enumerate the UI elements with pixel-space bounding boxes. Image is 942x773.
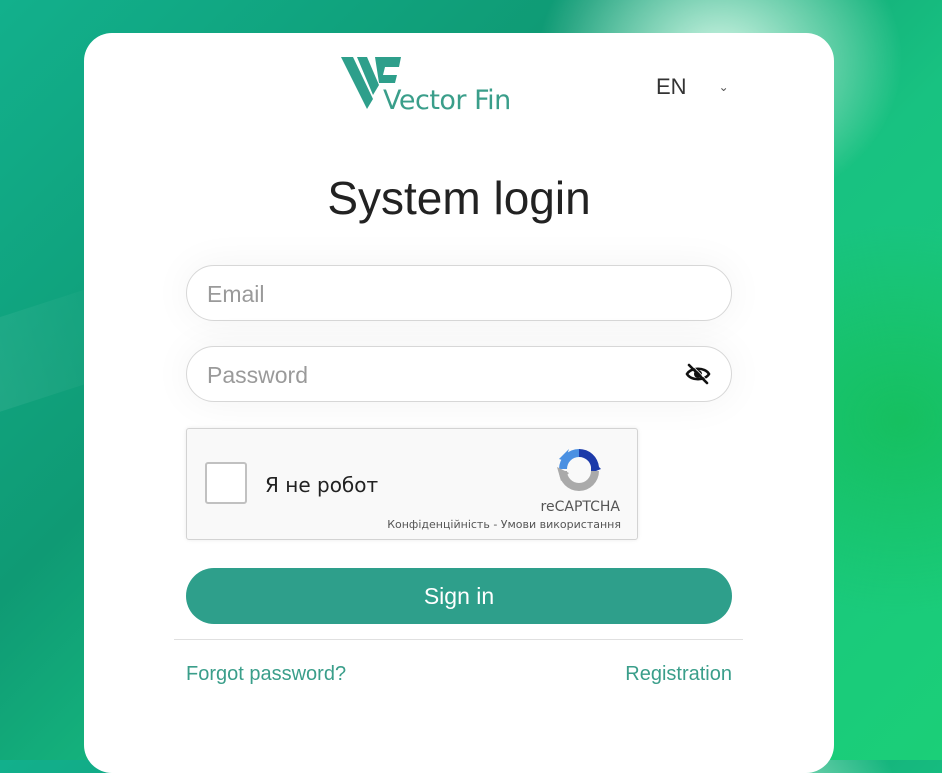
registration-link[interactable]: Registration (625, 663, 732, 686)
brand-logo: Vector Fin (339, 55, 519, 116)
password-field-wrapper (186, 346, 732, 403)
logo-text: Vector Fin (383, 85, 511, 116)
recaptcha-separator: - (489, 518, 501, 531)
recaptcha-widget: Я не робот reCAPTCHA Конфіденційність - … (186, 428, 638, 540)
password-input[interactable] (205, 347, 679, 403)
recaptcha-links: Конфіденційність - Умови використання (387, 518, 621, 531)
email-field-wrapper (186, 265, 732, 322)
language-select[interactable]: EN ⌄ (656, 73, 729, 101)
page-title: System login (327, 172, 591, 224)
recaptcha-label: Я не робот (265, 473, 379, 497)
recaptcha-brand: reCAPTCHA (540, 499, 620, 515)
eye-off-icon[interactable] (685, 362, 711, 386)
recaptcha-privacy-link[interactable]: Конфіденційність (387, 518, 490, 531)
chevron-down-icon: ⌄ (718, 80, 729, 94)
forgot-password-link[interactable]: Forgot password? (186, 663, 346, 686)
recaptcha-icon (557, 448, 601, 491)
login-card: Vector Fin EN ⌄ System login Я не робот (84, 33, 834, 773)
divider (174, 639, 743, 640)
email-input[interactable] (205, 266, 679, 322)
language-value: EN (656, 74, 687, 99)
recaptcha-terms-link[interactable]: Умови використання (501, 518, 621, 531)
sign-in-button[interactable]: Sign in (186, 568, 732, 624)
recaptcha-checkbox[interactable] (205, 462, 247, 504)
